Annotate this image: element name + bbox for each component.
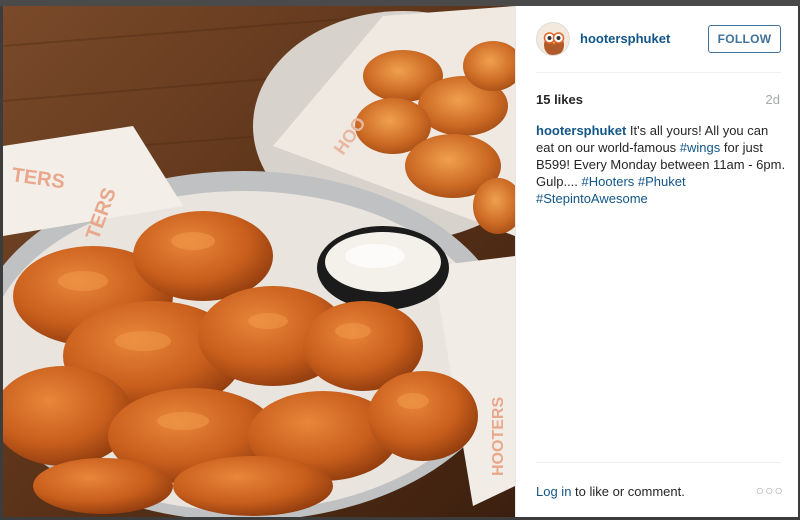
login-prompt-text: to like or comment. — [571, 484, 685, 499]
post-modal: HOO TERS TERS HOOTERS hootersphuket FOLL… — [3, 6, 798, 517]
caption-username[interactable]: hootersphuket — [536, 123, 626, 138]
login-prompt: Log in to like or comment. — [536, 484, 685, 499]
post-age[interactable]: 2d — [766, 92, 780, 107]
hashtag-hooters[interactable]: #Hooters — [582, 174, 635, 189]
hashtag-phuket[interactable]: #Phuket — [638, 174, 686, 189]
likes-count[interactable]: 15 likes — [536, 92, 583, 107]
post-username[interactable]: hootersphuket — [580, 31, 670, 46]
more-options-icon[interactable]: ○○○ — [756, 482, 784, 498]
wings-photo-illustration: HOO TERS TERS HOOTERS — [3, 6, 515, 517]
divider — [536, 72, 781, 73]
login-link[interactable]: Log in — [536, 484, 571, 499]
post-header: hootersphuket FOLLOW — [516, 6, 798, 72]
post-photo[interactable]: HOO TERS TERS HOOTERS — [3, 6, 515, 517]
follow-button[interactable]: FOLLOW — [708, 25, 781, 53]
post-side-panel: hootersphuket FOLLOW 15 likes 2d hooters… — [515, 6, 798, 517]
hashtag-wings[interactable]: #wings — [680, 140, 720, 155]
divider — [536, 462, 781, 463]
paper-logo-right: HOOTERS — [490, 397, 507, 476]
post-caption: hootersphuket It's all yours! All you ca… — [536, 122, 786, 207]
hashtag-stepintoawesome[interactable]: #StepintoAwesome — [536, 191, 648, 206]
owl-logo-icon[interactable] — [536, 22, 570, 56]
